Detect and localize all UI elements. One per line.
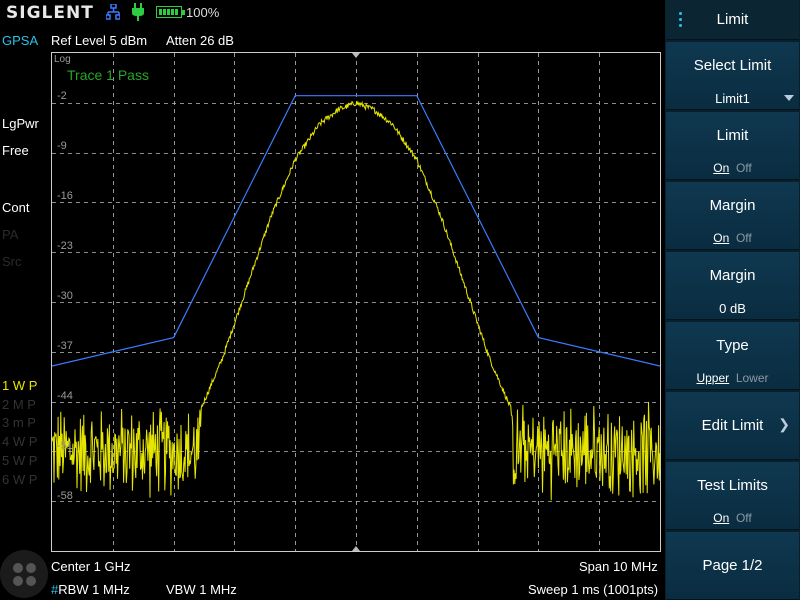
y-tick-label: -2 (57, 90, 67, 102)
spectrum-plot[interactable]: Log Trace 1 Pass -2 -9 -16 -23 -30 -37 -… (51, 52, 661, 552)
test-limits-on-option[interactable]: On (713, 511, 729, 525)
trace-1-status[interactable]: 1 W P (2, 378, 37, 393)
select-limit-value: Limit1 (715, 91, 750, 106)
margin-toggle-softkey[interactable]: Margin On Off (666, 182, 799, 250)
ref-level-readout[interactable]: Ref Level 5 dBm (51, 33, 147, 48)
menu-title-label: Limit (716, 11, 749, 28)
y-tick-label: -9 (57, 140, 67, 152)
y-tick-label: -58 (57, 490, 73, 502)
margin-value-label: Margin (709, 267, 756, 284)
apps-menu-button[interactable] (0, 550, 48, 598)
type-label: Type (716, 337, 749, 354)
status-bar: SIGLENT 100% (0, 0, 665, 26)
chevron-down-icon[interactable] (784, 95, 794, 101)
trigger-label: Free (2, 143, 29, 158)
page-label: Page 1/2 (702, 557, 763, 574)
type-lower-option[interactable]: Lower (736, 371, 769, 385)
margin-value: 0 dB (719, 301, 746, 316)
vbw-readout[interactable]: VBW 1 MHz (166, 582, 237, 597)
limit-on-option[interactable]: On (713, 161, 729, 175)
network-icon (106, 4, 120, 20)
brand-logo: SIGLENT (6, 3, 94, 23)
rbw-value: RBW 1 MHz (58, 582, 130, 597)
test-limits-off-option[interactable]: Off (736, 511, 752, 525)
test-limits-label: Test Limits (697, 477, 768, 494)
mode-label[interactable]: GPSA (2, 33, 38, 48)
y-tick-label: -37 (57, 340, 73, 352)
trace-1 (52, 100, 660, 501)
apps-grid-icon (13, 563, 23, 573)
trace-5-status[interactable]: 5 W P (2, 453, 37, 468)
select-limit-label: Select Limit (693, 57, 772, 74)
type-softkey[interactable]: Type Upper Lower (666, 322, 799, 390)
battery-icon (156, 6, 185, 18)
y-tick-label: -44 (57, 390, 73, 402)
trace-3-status[interactable]: 3 m P (2, 415, 36, 430)
margin-value-softkey[interactable]: Margin 0 dB (666, 252, 799, 320)
sweep-mode-label: Cont (2, 200, 30, 215)
atten-readout[interactable]: Atten 26 dB (166, 33, 234, 48)
page-softkey[interactable]: Page 1/2 (666, 532, 799, 600)
detector-label: LgPwr (2, 116, 39, 131)
limit-test-status: Trace 1 Pass (67, 67, 149, 83)
battery-level: 100% (186, 5, 220, 20)
y-tick-label: -16 (57, 190, 73, 202)
menu-title[interactable]: Limit (666, 0, 799, 40)
edit-limit-softkey[interactable]: Edit Limit ❯ (666, 392, 799, 460)
softkey-panel: Limit Select Limit Limit1 Limit On Off M… (665, 0, 800, 600)
trace-2-status[interactable]: 2 M P (2, 397, 36, 412)
chevron-right-icon: ❯ (778, 416, 790, 432)
sweep-readout[interactable]: Sweep 1 ms (1001pts) (528, 582, 658, 597)
center-frequency[interactable]: Center 1 GHz (51, 559, 130, 574)
margin-off-option[interactable]: Off (736, 231, 752, 245)
span-readout[interactable]: Span 10 MHz (579, 559, 658, 574)
y-tick-label: -30 (57, 290, 73, 302)
limit-off-option[interactable]: Off (736, 161, 752, 175)
limit-toggle-softkey[interactable]: Limit On Off (666, 112, 799, 180)
scale-label: Log (54, 54, 71, 65)
margin-on-option[interactable]: On (713, 231, 729, 245)
trace-4-status[interactable]: 4 W P (2, 434, 37, 449)
spectrum-chart (52, 53, 660, 551)
power-plug-icon (132, 3, 144, 21)
margin-label: Margin (709, 197, 756, 214)
test-limits-softkey[interactable]: Test Limits On Off (666, 462, 799, 530)
y-tick-label: -23 (57, 240, 73, 252)
rbw-readout[interactable]: #RBW 1 MHz (51, 582, 130, 597)
type-upper-option[interactable]: Upper (696, 371, 729, 385)
pa-label: PA (2, 227, 19, 242)
src-label: Src (2, 254, 22, 269)
center-marker-bottom (352, 546, 360, 551)
select-limit-softkey[interactable]: Select Limit Limit1 (666, 42, 799, 110)
y-tick-label: -51 (57, 440, 73, 452)
center-marker-top (352, 53, 360, 58)
limit-label: Limit (716, 127, 749, 144)
limit-line (52, 95, 660, 367)
trace-6-status[interactable]: 6 W P (2, 472, 37, 487)
